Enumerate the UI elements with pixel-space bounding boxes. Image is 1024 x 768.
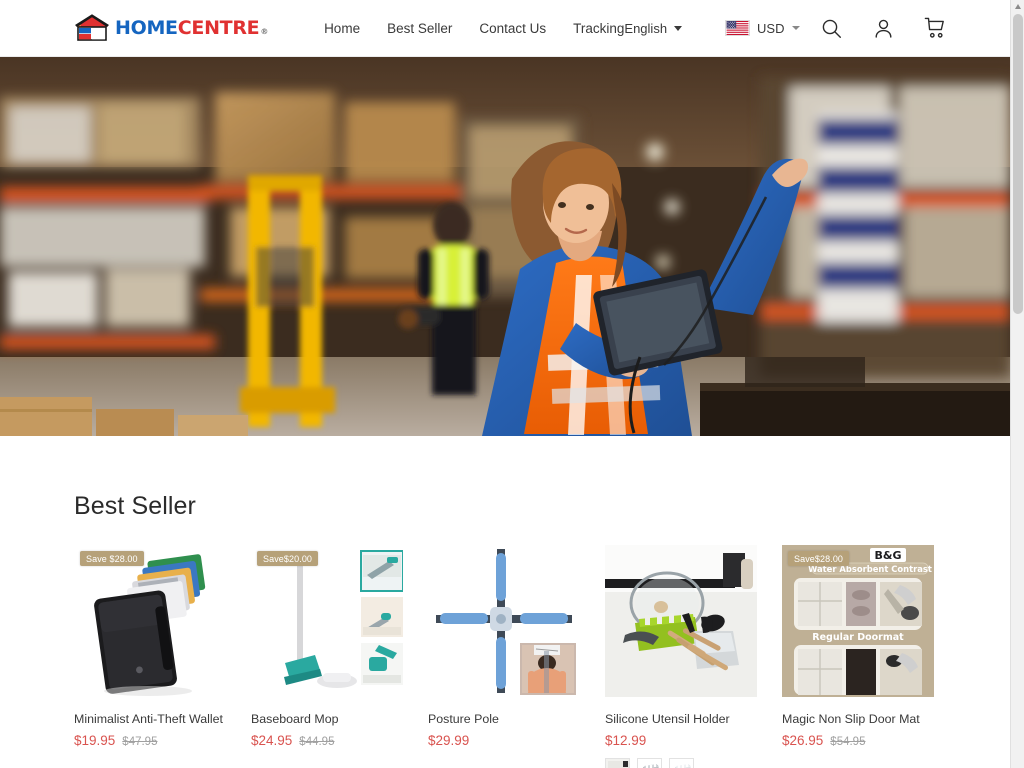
cart-icon[interactable] [921,13,951,43]
best-seller-section: Best Seller Save $28.00 Minimalist Anti-… [0,436,1010,768]
logo-text-home: HOME [115,16,178,39]
chevron-down-icon [791,26,800,30]
scroll-up-arrow-icon[interactable] [1014,4,1021,9]
language-label: English [624,20,668,36]
hero-image [0,57,1010,436]
product-image[interactable]: Save $28.00 [74,545,226,697]
site-logo[interactable]: HOME CENTRE ® [74,13,268,43]
house-icon [74,13,110,43]
product-grid: Save $28.00 Minimalist Anti-Theft Wallet… [74,545,936,768]
account-icon[interactable] [869,13,899,43]
us-flag-icon [725,20,751,36]
product-card-door-mat[interactable]: Save$28.00 B&G Water Absorbent Contrast [782,545,934,768]
main-navigation: Home Best Seller Contact Us Tracking [324,21,624,36]
nav-item-contact-us[interactable]: Contact Us [479,21,546,36]
product-image[interactable] [428,545,580,697]
product-price-row: $24.95 $44.95 [251,733,403,748]
nav-item-best-seller[interactable]: Best Seller [387,21,452,36]
product-price: $29.99 [428,733,470,749]
svg-text:Regular Doormat: Regular Doormat [812,632,904,643]
product-image[interactable]: Save$20.00 [251,545,403,697]
nav-item-tracking[interactable]: Tracking [573,21,624,36]
product-card-utensil-holder[interactable]: Silicone Utensil Holder $12.99 [605,545,757,768]
product-card-posture-pole[interactable]: Posture Pole $29.99 [428,545,580,768]
hero-banner [0,57,1010,436]
product-compare-price: $44.95 [299,736,335,749]
page-content: HOME CENTRE ® Home Best Seller Contact Us … [0,0,1010,768]
vertical-scrollbar[interactable] [1010,0,1024,768]
product-card-wallet[interactable]: Save $28.00 Minimalist Anti-Theft Wallet… [74,545,226,768]
product-price-row: $12.99 [605,733,757,748]
header-actions: English USD [624,13,950,43]
product-name: Posture Pole [428,712,499,726]
product-compare-price: $47.95 [122,736,158,749]
scrollbar-thumb[interactable] [1013,14,1023,314]
save-badge: Save$28.00 [788,551,850,566]
product-compare-price: $54.95 [830,736,866,749]
product-price-row: $29.99 [428,733,580,748]
product-card-baseboard-mop[interactable]: Save$20.00 Baseboard Mop $24.95 $44.95 [251,545,403,768]
swatch-grey-variant[interactable] [637,758,662,768]
product-price: $12.99 [605,733,647,749]
product-price: $19.95 [74,733,116,749]
product-price-row: $19.95 $47.95 [74,733,226,748]
language-selector[interactable]: English [624,20,683,36]
product-name: Minimalist Anti-Theft Wallet [74,712,223,726]
site-header: HOME CENTRE ® Home Best Seller Contact Us … [0,0,1010,57]
browser-viewport: HOME CENTRE ® Home Best Seller Contact Us … [0,0,1024,768]
product-image[interactable] [605,545,757,697]
currency-selector[interactable]: USD [725,20,800,36]
search-icon[interactable] [817,13,847,43]
product-price-row: $26.95 $54.95 [782,733,934,748]
swatch-white-variant[interactable] [669,758,694,768]
product-variant-swatches [605,758,757,768]
product-name: Magic Non Slip Door Mat [782,712,920,726]
logo-registered-mark: ® [260,26,269,36]
product-name: Baseboard Mop [251,712,339,726]
svg-text:B&G: B&G [874,549,901,562]
swatch-green-variant[interactable] [605,758,630,768]
chevron-down-icon [674,25,683,31]
logo-wordmark: HOME CENTRE ® [115,16,269,39]
product-price: $24.95 [251,733,293,749]
page-title: Best Seller [74,492,196,520]
currency-label: USD [757,20,785,36]
save-badge: Save $28.00 [80,551,144,566]
logo-text-centre: CENTRE [177,16,260,39]
nav-item-home[interactable]: Home [324,21,360,36]
product-name: Silicone Utensil Holder [605,712,730,726]
save-badge: Save$20.00 [257,551,319,566]
product-price: $26.95 [782,733,824,749]
product-image[interactable]: Save$28.00 B&G Water Absorbent Contrast [782,545,934,697]
